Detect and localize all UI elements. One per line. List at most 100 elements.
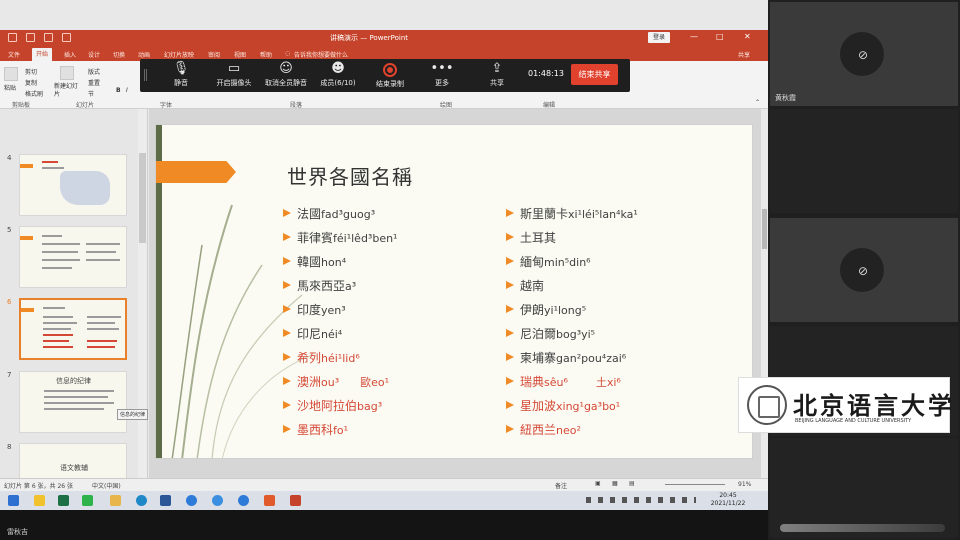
tray-icons[interactable] — [586, 497, 696, 503]
notes-button[interactable]: 备注 — [555, 481, 567, 490]
chat-app-icon[interactable] — [212, 495, 223, 506]
copy-button[interactable]: 复制 — [25, 78, 37, 87]
thumbnail-slide-8[interactable]: 语文教辅 — [19, 443, 127, 478]
menu-file[interactable]: 文件 — [8, 50, 20, 59]
paste-icon[interactable] — [4, 67, 18, 81]
redo-icon[interactable] — [44, 33, 53, 42]
reset-button[interactable]: 重置 — [88, 78, 100, 87]
thumbnail-scrollbar[interactable] — [138, 109, 147, 478]
collapse-ribbon-icon[interactable]: ⌃ — [755, 99, 760, 106]
new-slide-icon[interactable] — [60, 66, 74, 80]
camera-button[interactable]: ▭ 开启摄像头 — [212, 60, 256, 92]
mute-button[interactable]: 🎙 静音 — [159, 60, 203, 92]
cut-button[interactable]: 剪切 — [25, 67, 37, 76]
members-button[interactable]: ☻ 成员(6/10) — [316, 60, 360, 92]
new-slide-button[interactable]: 新建幻灯片 — [54, 83, 78, 99]
menu-review[interactable]: 审阅 — [208, 50, 220, 59]
zoom-level[interactable]: 91% — [738, 481, 751, 488]
powerpoint-icon[interactable] — [290, 495, 301, 506]
word-icon[interactable] — [160, 495, 171, 506]
toolbar-grip[interactable] — [144, 69, 147, 81]
language-indicator[interactable]: 中文(中国) — [92, 481, 121, 490]
more-button[interactable]: ••• 更多 — [420, 60, 464, 92]
format-painter-button[interactable]: 格式刷 — [25, 89, 43, 98]
bullet-right-6[interactable]: 尼泊爾bog³yi⁵ — [506, 327, 595, 342]
bullet-right-7[interactable]: 柬埔寨gan²pou⁴zai⁶ — [506, 351, 626, 366]
menu-design[interactable]: 设计 — [88, 50, 100, 59]
participant-name: 黄秋霞 — [775, 94, 796, 102]
participant-tile-empty — [770, 109, 958, 213]
signin-button[interactable]: 登录 — [648, 32, 670, 43]
share-button[interactable]: ⇪ 共享 — [475, 60, 519, 92]
excel-icon[interactable] — [58, 495, 69, 506]
thumbnail-slide-6[interactable] — [19, 298, 127, 360]
bullet-left-4[interactable]: 馬來西亞a³ — [283, 279, 356, 294]
end-share-button[interactable]: 结束共享 — [571, 64, 618, 85]
bullet-left-9[interactable]: 沙地阿拉伯bag³ — [283, 399, 382, 414]
bullet-left-6[interactable]: 印尼néi⁴ — [283, 327, 342, 342]
zoom-slider[interactable] — [665, 484, 725, 485]
participant-tile-4[interactable] — [770, 438, 958, 538]
normal-view-icon[interactable]: ▣ — [595, 480, 601, 487]
meeting-app-icon[interactable] — [186, 495, 197, 506]
file-explorer-icon[interactable] — [34, 495, 45, 506]
folder-icon[interactable] — [110, 495, 121, 506]
bullet-right-10[interactable]: 紐西兰neo² — [506, 423, 581, 438]
section-button[interactable]: 节 — [88, 89, 94, 98]
menu-home[interactable]: 开始 — [32, 48, 53, 61]
menu-insert[interactable]: 插入 — [64, 50, 76, 59]
status-bar: 幻灯片 第 6 张，共 26 张 中文(中国) 备注 ▣ ▦ ▤ 91% — [0, 478, 768, 491]
bold-icon[interactable]: B — [116, 87, 121, 94]
menu-slideshow[interactable]: 幻灯片放映 — [164, 50, 194, 59]
participant-tile-2[interactable]: ⊘ — [770, 218, 958, 322]
bullet-left-2[interactable]: 菲律賓féi¹lêd³ben¹ — [283, 231, 397, 246]
sorter-view-icon[interactable]: ▦ — [612, 480, 618, 487]
edge-icon[interactable] — [136, 495, 147, 506]
close-icon[interactable]: ✕ — [744, 32, 751, 41]
bullet-right-3[interactable]: 緬甸min⁵din⁶ — [506, 255, 591, 270]
present-icon[interactable] — [62, 33, 71, 42]
pdf-icon[interactable] — [264, 495, 275, 506]
menu-view[interactable]: 视图 — [234, 50, 246, 59]
undo-icon[interactable] — [26, 33, 35, 42]
share-menu-button[interactable]: 共享 — [738, 50, 750, 59]
thumbnail-slide-7[interactable]: 信息的纪律 — [19, 371, 127, 433]
slide-editor[interactable]: 世界各國名稱 法國fad³guog³ 菲律賓féi¹lêd³ben¹ 韓國hon… — [149, 109, 768, 478]
reading-view-icon[interactable]: ▤ — [629, 480, 635, 487]
bullet-right-8[interactable]: 瑞典sêu⁶ 土xi⁶ — [506, 375, 621, 390]
layout-button[interactable]: 版式 — [88, 67, 100, 76]
bullet-left-3[interactable]: 韓國hon⁴ — [283, 255, 346, 270]
meeting-app2-icon[interactable] — [238, 495, 249, 506]
maximize-icon[interactable]: □ — [716, 32, 724, 41]
thumbnail-slide-5[interactable] — [19, 226, 127, 288]
italic-icon[interactable]: I — [126, 87, 128, 94]
wechat-icon[interactable] — [82, 495, 93, 506]
bullet-left-7[interactable]: 希列héi¹lid⁶ — [283, 351, 360, 366]
bullet-right-9[interactable]: 星加波xing¹ga³bo¹ — [506, 399, 620, 414]
system-clock[interactable]: 20:45 2021/11/22 — [707, 491, 749, 508]
participant-tile-1[interactable]: ⊘ 黄秋霞 — [770, 2, 958, 106]
unmute-all-button[interactable]: ☺ 取消全员静音 — [264, 60, 308, 92]
save-icon[interactable] — [8, 33, 17, 42]
bullet-left-5[interactable]: 印度yen³ — [283, 303, 346, 318]
slide-title[interactable]: 世界各國名稱 — [287, 161, 413, 190]
tell-me-search[interactable]: 告诉我你想要做什么 — [294, 50, 348, 59]
menu-animations[interactable]: 动画 — [138, 50, 150, 59]
bullet-left-10[interactable]: 墨西科fo¹ — [283, 423, 348, 438]
slide-thumbnail-pane[interactable]: 4 5 6 7 信息的纪律 8 语文教辅 — [0, 109, 148, 478]
bullet-right-2[interactable]: 土耳其 — [506, 231, 556, 246]
end-recording-button[interactable]: 结束录制 — [368, 60, 412, 92]
bullet-left-8[interactable]: 澳洲ou³ 歐eo¹ — [283, 375, 389, 390]
bullet-right-5[interactable]: 伊朗yi¹long⁵ — [506, 303, 586, 318]
record-icon — [383, 63, 397, 77]
bullet-right-4[interactable]: 越南 — [506, 279, 544, 294]
bullet-left-1[interactable]: 法國fad³guog³ — [283, 207, 375, 222]
windows-start-icon[interactable] — [8, 495, 19, 506]
minimize-icon[interactable]: — — [690, 32, 698, 41]
thumbnail-slide-4[interactable] — [19, 154, 127, 216]
paste-label[interactable]: 粘贴 — [4, 83, 16, 92]
current-slide[interactable]: 世界各國名稱 法國fad³guog³ 菲律賓féi¹lêd³ben¹ 韓國hon… — [155, 124, 753, 459]
bullet-right-1[interactable]: 斯里蘭卡xi¹léi⁵lan⁴ka¹ — [506, 207, 638, 222]
menu-help[interactable]: 帮助 — [260, 50, 272, 59]
menu-transitions[interactable]: 切换 — [113, 50, 125, 59]
